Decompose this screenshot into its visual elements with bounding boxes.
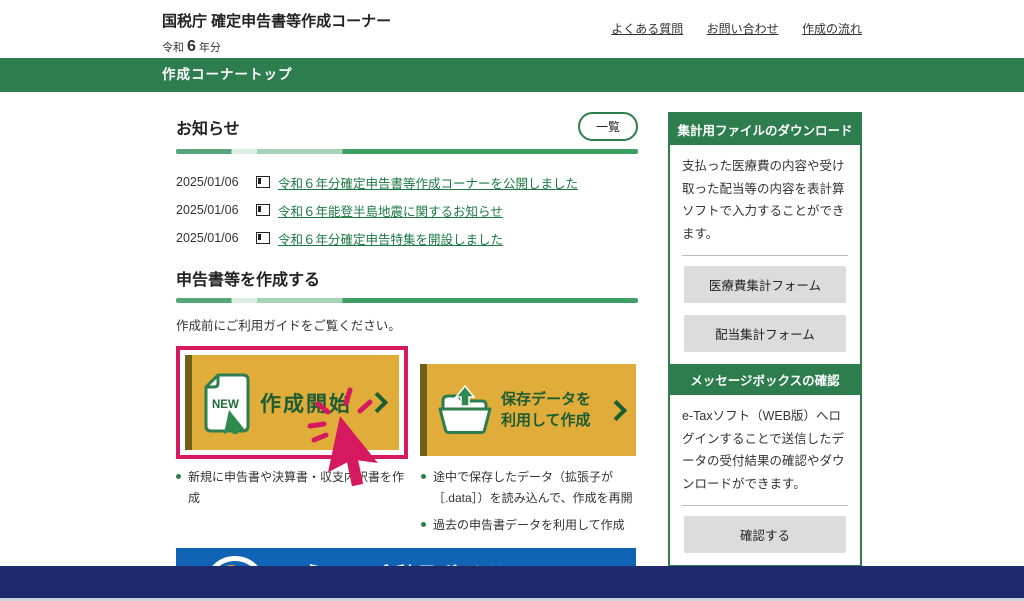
start-button-label: 作成開始 [260,388,352,418]
sidebar: 集計用ファイルのダウンロード 支払った医療費の内容や受け取った配当等の内容を表計… [668,112,862,601]
external-window-icon [256,176,270,188]
folder-upload-icon [437,385,493,435]
news-list: 2025/01/06 令和６年分確定申告書等作成コーナーを公開しました 2025… [176,168,638,252]
news-item: 2025/01/06 令和６年分確定申告特集を開設しました [176,224,638,252]
dividend-form-button[interactable]: 配当集計フォーム [684,315,846,352]
create-section: 申告書等を作成する 作成前にご利用ガイドをご覧ください。 NEW [176,266,638,542]
chevron-right-icon [606,399,627,420]
link-faq[interactable]: よくある質問 [611,22,683,36]
link-flow[interactable]: 作成の流れ [802,22,862,36]
news-heading: お知らせ [176,115,240,139]
section-underline-bar [176,149,638,154]
news-date: 2025/01/06 [176,231,254,245]
news-section: お知らせ 一覧 2025/01/06 令和６年分確定申告書等作成コーナーを公開し… [176,112,638,252]
create-note: 作成前にご利用ガイドをご覧ください。 [176,315,638,334]
resume-bullets: 途中で保存したデータ（拡張子が［.data］）を読み込んで、作成を再開 過去の申… [421,467,638,542]
news-link[interactable]: 令和６年能登半島地震に関するお知らせ [278,201,503,220]
divider [682,255,848,256]
era-year: 6 [187,38,196,55]
section-underline-bar [176,298,638,303]
sidebar-heading-download: 集計用ファイルのダウンロード [670,114,860,145]
tax-year: 令和6年分 [162,38,391,56]
breadcrumb-label: 作成コーナートップ [162,67,293,82]
news-item: 2025/01/06 令和６年能登半島地震に関するお知らせ [176,196,638,224]
page: 国税庁 確定申告書等作成コーナー 令和6年分 よくある質問 お問い合わせ 作成の… [0,0,1024,601]
bullet-item: 過去の申告書データを利用して作成 [421,515,638,536]
sidebar-body-download: 支払った医療費の内容や受け取った配当等の内容を表計算ソフトで入力することができま… [682,155,848,245]
era-suffix: 年分 [199,42,221,54]
site-header: 国税庁 確定申告書等作成コーナー 令和6年分 よくある質問 お問い合わせ 作成の… [0,0,1024,58]
confirm-button[interactable]: 確認する [684,516,846,553]
start-bullets: 新規に申告書や決算書・収支内訳書を作成 [176,467,411,542]
divider [682,505,848,506]
resume-button-label: 保存データを 利用して作成 [501,389,591,431]
create-heading: 申告書等を作成する [176,266,638,290]
news-date: 2025/01/06 [176,175,254,189]
news-item: 2025/01/06 令和６年分確定申告書等作成コーナーを公開しました [176,168,638,196]
news-link[interactable]: 令和６年分確定申告特集を開設しました [278,229,503,248]
main-content: お知らせ 一覧 2025/01/06 令和６年分確定申告書等作成コーナーを公開し… [162,112,862,601]
external-window-icon [256,204,270,216]
chevron-right-icon [367,392,388,413]
news-list-button[interactable]: 一覧 [578,112,638,141]
breadcrumb-bar: 作成コーナートップ [0,58,1024,92]
medical-expense-form-button[interactable]: 医療費集計フォーム [684,266,846,303]
sidebar-heading-messagebox: メッセージボックスの確認 [670,364,860,395]
sidebar-body-messagebox: e-Taxソフト（WEB版）へログインすることで送信したデータの受付結果の確認や… [682,405,848,495]
site-title: 国税庁 確定申告書等作成コーナー [162,10,391,31]
tutorial-highlight-frame: NEW 作成開始 [176,346,408,459]
resume-label-line2: 利用して作成 [501,412,591,429]
bullet-item: 途中で保存したデータ（拡張子が［.data］）を読み込んで、作成を再開 [421,467,638,509]
news-link[interactable]: 令和６年分確定申告書等作成コーナーを公開しました [278,173,578,192]
new-label: NEW [212,399,239,411]
start-button[interactable]: NEW 作成開始 [185,355,399,450]
site-identity: 国税庁 確定申告書等作成コーナー 令和6年分 [162,10,391,56]
bullet-item: 新規に申告書や決算書・収支内訳書を作成 [176,467,411,509]
header-links: よくある質問 お問い合わせ 作成の流れ [591,10,862,37]
button-descriptions: 新規に申告書や決算書・収支内訳書を作成 途中で保存したデータ（拡張子が［.dat… [176,467,638,542]
footer-bar [0,566,1024,598]
external-window-icon [256,232,270,244]
left-column: お知らせ 一覧 2025/01/06 令和６年分確定申告書等作成コーナーを公開し… [162,112,638,542]
news-date: 2025/01/06 [176,203,254,217]
create-buttons-row: NEW 作成開始 [176,346,638,459]
era-prefix: 令和 [162,42,184,54]
resume-button[interactable]: 保存データを 利用して作成 [420,364,636,456]
link-contact[interactable]: お問い合わせ [707,22,779,36]
new-document-icon: NEW [202,372,252,434]
resume-label-line1: 保存データを [501,391,591,408]
